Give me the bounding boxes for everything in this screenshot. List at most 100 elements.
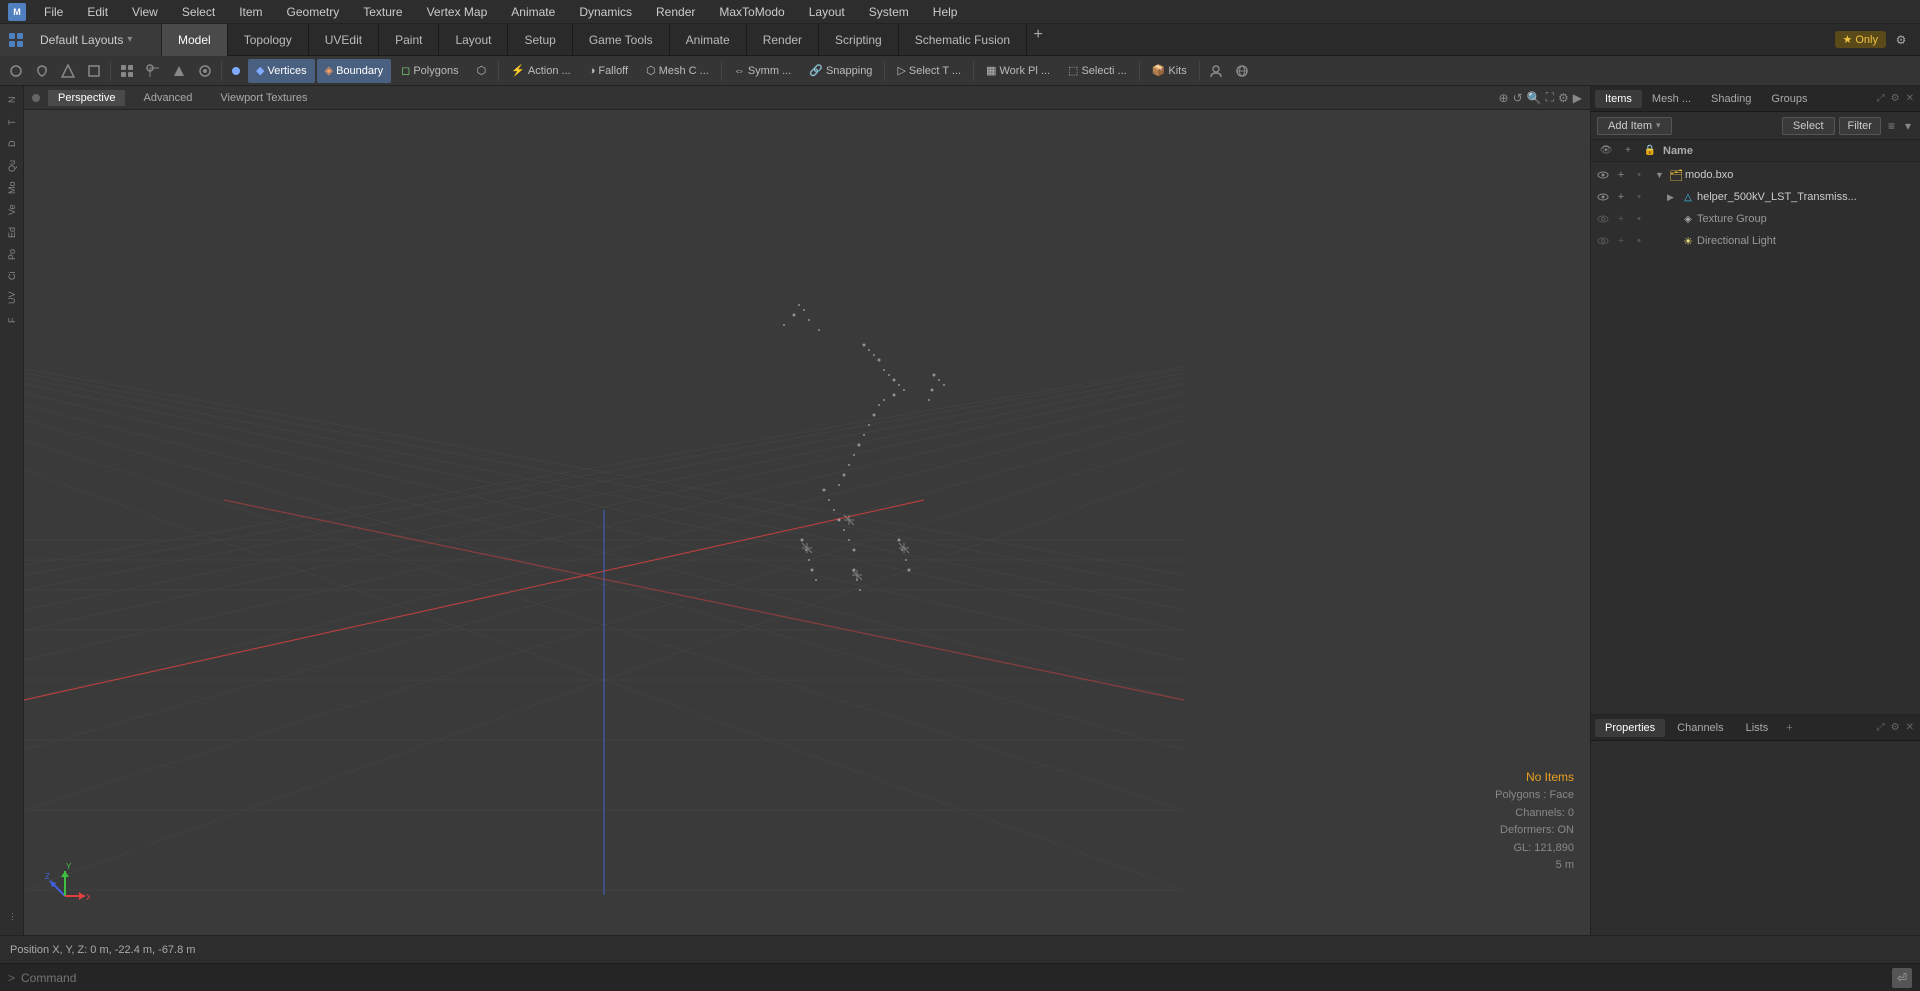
toolbar-small4[interactable] [193,59,217,83]
toolbar-workpl[interactable]: ▦ Work Pl ... [978,59,1058,83]
sidebar-tool-ci[interactable]: Ci [2,266,22,286]
toolbar-hex[interactable]: ⬡ [469,59,495,83]
toolbar-vertices[interactable]: ◆ Vertices [248,59,315,83]
layout-tab-animate[interactable]: Animate [670,24,747,56]
add-item-button[interactable]: Add Item [1597,117,1672,135]
toolbar-boundary[interactable]: ◈ Boundary [317,59,392,83]
panel-settings-icon[interactable]: ⚙ [1889,91,1902,106]
props-tab-channels[interactable]: Channels [1667,719,1733,737]
filter-options-icon[interactable]: ≡ [1885,119,1898,133]
sidebar-tool-t[interactable]: T [2,112,22,132]
toolbar-select-t[interactable]: ▷ Select T ... [889,59,969,83]
toolbar-selecti[interactable]: ⬚ Selecti ... [1060,59,1135,83]
toolbar-small2[interactable] [141,59,165,83]
sidebar-more[interactable]: ··· [2,907,22,927]
menu-edit[interactable]: Edit [81,3,114,21]
toolbar-lasso[interactable] [30,59,54,83]
toolbar-user-icon[interactable] [1204,59,1228,83]
viewport-tab-textures[interactable]: Viewport Textures [210,90,317,106]
sidebar-tool-uv[interactable]: UV [2,288,22,308]
viewport-menu-icon[interactable]: ▶ [1573,91,1582,105]
item-expand-tex[interactable] [1667,214,1679,224]
viewport-tab-advanced[interactable]: Advanced [133,90,202,106]
menu-animate[interactable]: Animate [505,3,561,21]
only-button[interactable]: ★ Only [1835,31,1887,48]
props-tab-properties[interactable]: Properties [1595,719,1665,737]
menu-layout[interactable]: Layout [803,3,851,21]
layout-tab-paint[interactable]: Paint [379,24,439,56]
viewport-fit-icon[interactable]: ⊕ [1499,91,1509,105]
item-eye-light[interactable] [1595,233,1611,249]
viewport-reset-icon[interactable]: ↺ [1513,91,1523,105]
menu-view[interactable]: View [126,3,164,21]
item-eye-tex[interactable] [1595,211,1611,227]
layout-add-tab-button[interactable]: + [1027,24,1049,46]
command-enter-icon[interactable]: ⏎ [1892,968,1912,988]
layout-tab-schematic[interactable]: Schematic Fusion [899,24,1027,56]
viewport-tab-perspective[interactable]: Perspective [48,90,125,106]
viewport[interactable]: Perspective Advanced Viewport Textures ⊕… [24,86,1590,935]
command-input[interactable] [21,971,1886,985]
item-expand-modo[interactable] [1655,170,1667,180]
layout-tab-setup[interactable]: Setup [508,24,572,56]
layout-dropdown[interactable]: Default Layouts [32,24,162,56]
item-plus-light[interactable]: + [1613,233,1629,249]
toolbar-vertices-btn[interactable] [226,59,246,83]
filter-extra-icon[interactable]: ▾ [1902,119,1914,133]
menu-texture[interactable]: Texture [357,3,408,21]
items-tab-shading[interactable]: Shading [1701,90,1761,108]
toolbar-kits[interactable]: 📦 Kits [1144,59,1195,83]
toolbar-small1[interactable] [115,59,139,83]
sidebar-tool-po[interactable]: Po [2,244,22,264]
item-row-modo-bxo[interactable]: + • 🗂 modo.bxo [1591,164,1920,186]
menu-vertexmap[interactable]: Vertex Map [421,3,494,21]
toolbar-select-all[interactable] [4,59,28,83]
layout-settings-button[interactable]: ⚙ [1890,29,1912,51]
toolbar-falloff[interactable]: ◑ Falloff [581,59,636,83]
item-row-helper[interactable]: + • △ helper_500kV_LST_Transmiss... [1591,186,1920,208]
viewport-settings-icon[interactable]: ⚙ [1558,91,1569,105]
menu-help[interactable]: Help [927,3,964,21]
toolbar-polygons[interactable]: ◻ Polygons [393,59,466,83]
item-row-dir-light[interactable]: + • ☀ Directional Light [1591,230,1920,252]
toolbar-paint-select[interactable] [56,59,80,83]
props-settings-icon[interactable]: ⚙ [1889,720,1902,735]
sidebar-tool-n[interactable]: N [2,90,22,110]
toolbar-world-icon[interactable] [1230,59,1254,83]
sidebar-tool-d[interactable]: D [2,134,22,154]
props-tab-add[interactable]: + [1780,719,1798,737]
menu-maxtomod[interactable]: MaxToModo [713,3,790,21]
menu-item[interactable]: Item [233,3,268,21]
props-expand-icon[interactable]: ⤢ [1875,720,1887,735]
toolbar-action[interactable]: ⚡ Action ... [503,59,579,83]
toolbar-rect-select[interactable] [82,59,106,83]
menu-dynamics[interactable]: Dynamics [573,3,638,21]
layout-tab-scripting[interactable]: Scripting [819,24,899,56]
item-expand-light[interactable] [1667,236,1679,246]
layout-tab-gametools[interactable]: Game Tools [573,24,670,56]
item-row-texture-group[interactable]: + • ◈ Texture Group [1591,208,1920,230]
props-tab-lists[interactable]: Lists [1736,719,1779,737]
menu-system[interactable]: System [863,3,915,21]
toolbar-mesh-c[interactable]: ⬡ Mesh C ... [638,59,717,83]
items-tab-mesh[interactable]: Mesh ... [1642,90,1701,108]
toolbar-snapping[interactable]: 🔗 Snapping [801,59,880,83]
toolbar-small3[interactable] [167,59,191,83]
item-plus-modo[interactable]: + [1613,167,1629,183]
props-close-icon[interactable]: ✕ [1904,720,1916,735]
sidebar-tool-f[interactable]: F [2,310,22,330]
layout-tab-model[interactable]: Model [162,24,228,56]
layout-tab-uvedit[interactable]: UVEdit [309,24,379,56]
sidebar-tool-mo[interactable]: Mo [2,178,22,198]
item-plus-helper[interactable]: + [1613,189,1629,205]
sidebar-tool-ve[interactable]: Ve [2,200,22,220]
item-expand-helper[interactable] [1667,192,1679,203]
menu-file[interactable]: File [38,3,69,21]
filter-button[interactable]: Filter [1839,117,1881,135]
viewport-zoom-icon[interactable]: 🔍 [1527,91,1542,105]
viewport-fullscreen-icon[interactable]: ⛶ [1546,90,1554,105]
menu-render[interactable]: Render [650,3,701,21]
viewport-canvas[interactable]: No Items Polygons : Face Channels: 0 Def… [24,110,1590,935]
items-tab-groups[interactable]: Groups [1761,90,1817,108]
sidebar-tool-qu[interactable]: Qu [2,156,22,176]
